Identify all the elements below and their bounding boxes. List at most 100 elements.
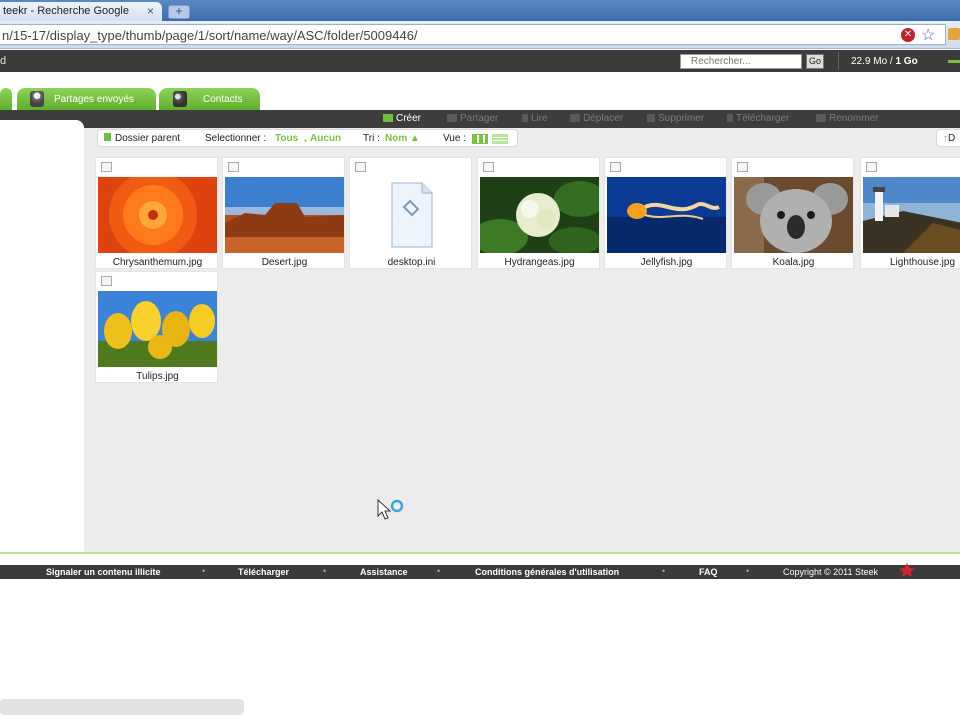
url-text: n/15-17/display_type/thumb/page/1/sort/n… — [2, 28, 418, 43]
footer-separator-dot: • — [323, 566, 327, 576]
new-tab-button[interactable]: + — [168, 5, 190, 19]
list-view-icon[interactable] — [492, 134, 508, 144]
footer-separator — [0, 552, 960, 554]
corner-button[interactable]: ↑D — [936, 129, 960, 147]
download-button[interactable]: Télécharger — [727, 113, 789, 124]
file-checkbox[interactable] — [866, 162, 877, 172]
delete-button[interactable]: Supprimer — [647, 113, 704, 124]
tab-contacts[interactable]: Contacts — [159, 88, 260, 110]
select-all-link[interactable]: Tous — [275, 133, 298, 144]
create-icon — [383, 114, 393, 122]
corner-label: D — [948, 133, 956, 144]
move-icon — [570, 114, 580, 122]
move-button[interactable]: Déplacer — [570, 113, 623, 124]
file-name: Jellyfish.jpg — [640, 257, 693, 268]
footer-separator-dot: • — [662, 566, 666, 576]
file-thumb[interactable]: Jellyfish.jpg — [604, 157, 727, 269]
stop-icon[interactable]: ✕ — [901, 28, 915, 42]
move-label: Déplacer — [583, 113, 624, 124]
tab-contacts-label: Contacts — [203, 94, 243, 105]
file-checkbox[interactable] — [610, 162, 621, 172]
steek-logo-icon — [899, 563, 915, 577]
close-tab-icon[interactable]: × — [147, 4, 154, 18]
file-name: Lighthouse.jpg — [889, 257, 956, 268]
user-icon — [30, 91, 44, 107]
select-label: Selectionner : — [205, 133, 267, 144]
help-link[interactable]: Assistance — [360, 567, 408, 577]
view-label: Vue : — [443, 133, 466, 144]
parent-folder-link[interactable]: Dossier parent — [104, 133, 180, 144]
share-button[interactable]: Partager — [447, 113, 498, 124]
faq-link[interactable]: FAQ — [699, 567, 718, 577]
file-thumb[interactable]: Hydrangeas.jpg — [477, 157, 600, 269]
contacts-icon — [173, 91, 187, 107]
sort-name-link[interactable]: Nom ▲ — [385, 133, 420, 144]
photo-chrysanthemum-icon[interactable] — [98, 177, 217, 253]
folder-tree-panel — [0, 120, 84, 553]
photo-hydrangeas-icon[interactable] — [480, 177, 599, 253]
create-button[interactable]: Créer — [383, 113, 421, 124]
rename-button[interactable]: Renommer — [816, 113, 878, 124]
report-link[interactable]: Signaler un contenu illicite — [46, 567, 161, 577]
download-label: Télécharger — [736, 113, 790, 124]
file-thumb[interactable]: desktop.ini — [349, 157, 472, 269]
horizontal-scrollbar[interactable] — [0, 699, 244, 715]
file-checkbox[interactable] — [737, 162, 748, 172]
sort-name-label: Nom — [385, 133, 408, 144]
url-input[interactable]: n/15-17/display_type/thumb/page/1/sort/n… — [0, 24, 946, 45]
file-thumb[interactable]: Tulips.jpg — [95, 271, 218, 383]
search-input[interactable] — [680, 54, 802, 69]
file-checkbox[interactable] — [101, 276, 112, 286]
storage-quota: 22.9 Mo / 1 Go — [851, 56, 918, 67]
tab-shares-sent[interactable]: Partages envoyés — [17, 88, 156, 110]
copyright-text: Copyright © 2011 Steek — [783, 567, 879, 577]
read-button[interactable]: Lire — [522, 113, 548, 124]
file-name: Chrysanthemum.jpg — [112, 257, 203, 268]
file-checkbox[interactable] — [101, 162, 112, 172]
file-name: Hydrangeas.jpg — [504, 257, 575, 268]
select-all-label: Tous — [275, 133, 299, 144]
select-comma: , — [304, 133, 307, 144]
tab-shares-sent-label: Partages envoyés — [54, 94, 135, 105]
browser-tab[interactable]: teekr - Recherche Google × — [0, 2, 162, 21]
parent-folder-label: Dossier parent — [115, 133, 181, 144]
tab-files[interactable] — [0, 88, 12, 110]
browser-tab-title: teekr - Recherche Google — [3, 5, 129, 17]
photo-koala-icon[interactable] — [734, 177, 853, 253]
photo-tulips-icon[interactable] — [98, 291, 217, 367]
download-icon — [727, 114, 733, 122]
select-none-link[interactable]: Aucun — [310, 133, 341, 144]
header-left-text: d — [0, 55, 7, 67]
file-thumb[interactable]: Koala.jpg — [731, 157, 854, 269]
grid-view-icon[interactable] — [472, 134, 488, 144]
photo-jellyfish-icon[interactable] — [607, 177, 726, 253]
app-window: teekr - Recherche Google × + n/15-17/dis… — [0, 0, 960, 720]
file-thumb[interactable]: Lighthouse.jpg — [860, 157, 960, 269]
photo-lighthouse-icon[interactable] — [863, 177, 960, 253]
terms-link[interactable]: Conditions générales d'utilisation — [475, 567, 619, 577]
select-comma-text: , — [304, 133, 307, 144]
file-checkbox[interactable] — [483, 162, 494, 172]
file-thumb[interactable]: Desert.jpg — [222, 157, 345, 269]
share-icon — [447, 114, 457, 122]
search-go-button[interactable]: Go — [806, 54, 824, 69]
share-label: Partager — [460, 113, 499, 124]
bookmark-star-icon[interactable]: ☆ — [921, 25, 935, 45]
file-checkbox[interactable] — [355, 162, 366, 172]
sort-label: Tri : — [363, 133, 380, 144]
parent-folder-icon — [104, 133, 111, 141]
delete-label: Supprimer — [658, 113, 705, 124]
quota-used: 22.9 Mo / — [851, 56, 896, 67]
extension-icon[interactable] — [948, 28, 960, 40]
footer-separator-dot: • — [202, 566, 206, 576]
quota-total: 1 Go — [895, 56, 918, 67]
busy-cursor-icon — [377, 498, 404, 520]
photo-desert-icon[interactable] — [225, 177, 344, 253]
file-icon[interactable] — [352, 177, 471, 253]
file-thumb[interactable]: Chrysanthemum.jpg — [95, 157, 218, 269]
footer-separator-dot: • — [437, 566, 441, 576]
file-checkbox[interactable] — [228, 162, 239, 172]
footer-download-link[interactable]: Télécharger — [238, 567, 289, 577]
footer-separator-dot: • — [746, 566, 750, 576]
header-divider — [838, 52, 839, 70]
